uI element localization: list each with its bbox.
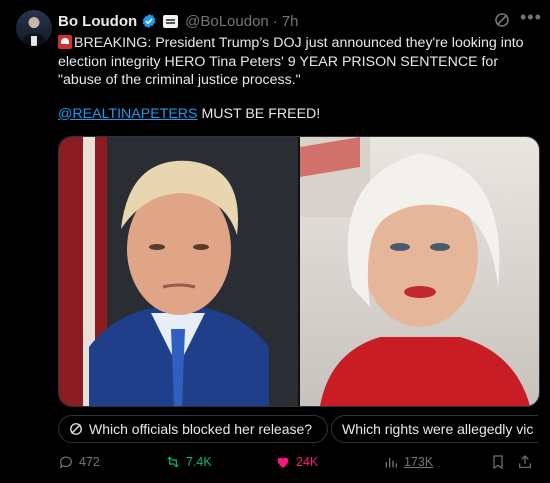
media-grid[interactable]: [58, 136, 540, 407]
share-icon: [519, 455, 531, 468]
views-count: 173K: [404, 455, 434, 469]
suggestion-label: Which rights were allegedly vic: [342, 421, 534, 437]
suggestion-label: Which officials blocked her release?: [89, 421, 313, 437]
like-button[interactable]: 24K: [275, 454, 318, 470]
mention-suffix: MUST BE FREED!: [197, 105, 321, 122]
author-name[interactable]: Bo Loudon: [58, 13, 137, 30]
grok-icon[interactable]: [494, 12, 510, 28]
like-count: 24K: [296, 455, 319, 469]
separator-dot: ·: [272, 12, 278, 30]
heart-icon: [277, 457, 289, 468]
more-options-icon[interactable]: •••: [520, 8, 541, 28]
woman-portrait-image: [300, 137, 530, 406]
mention-link[interactable]: @REALTINAPETERS: [58, 106, 198, 122]
reply-count: 472: [79, 455, 100, 469]
grok-suggestions: Which officials blocked her release? Whi…: [58, 415, 538, 443]
verified-badge-icon: [142, 14, 156, 28]
suggestion-chip[interactable]: Which officials blocked her release?: [58, 415, 328, 443]
bookmark-icon: [493, 455, 503, 470]
reply-icon: [59, 456, 72, 469]
share-button[interactable]: [517, 454, 533, 470]
reply-button[interactable]: 472: [58, 454, 100, 470]
tweet-text: BREAKING: President Trump’s DOJ just ann…: [58, 34, 538, 123]
suggestion-chip[interactable]: Which rights were allegedly vic: [331, 415, 538, 443]
timestamp[interactable]: 7h: [282, 13, 299, 30]
siren-icon: [58, 35, 72, 49]
man-portrait-image: [89, 160, 269, 406]
repost-icon: [167, 456, 179, 468]
left-photo[interactable]: [59, 137, 298, 406]
avatar[interactable]: [16, 10, 52, 46]
author-handle[interactable]: @BoLoudon: [185, 13, 269, 30]
repost-count: 7.4K: [186, 455, 212, 469]
tweet: Bo Loudon @BoLoudon · 7h ••• BREAKING: P…: [0, 0, 550, 483]
tweet-body: BREAKING: President Trump’s DOJ just ann…: [58, 35, 524, 88]
bookmark-button[interactable]: [490, 454, 506, 470]
views-button[interactable]: 173K: [383, 454, 433, 470]
avatar-shirt: [31, 36, 37, 46]
tweet-header: Bo Loudon @BoLoudon · 7h: [58, 11, 298, 31]
repost-button[interactable]: 7.4K: [165, 454, 212, 470]
affiliation-badge-icon[interactable]: [163, 14, 179, 28]
tweet-mention-line: @REALTINAPETERS MUST BE FREED!: [58, 105, 538, 124]
right-photo[interactable]: [300, 137, 539, 406]
tweet-body-line: BREAKING: President Trump’s DOJ just ann…: [58, 34, 538, 90]
action-bar: 472 7.4K 24K 173K: [58, 454, 538, 474]
grok-spark-icon: [70, 423, 82, 435]
views-icon: [385, 458, 397, 468]
